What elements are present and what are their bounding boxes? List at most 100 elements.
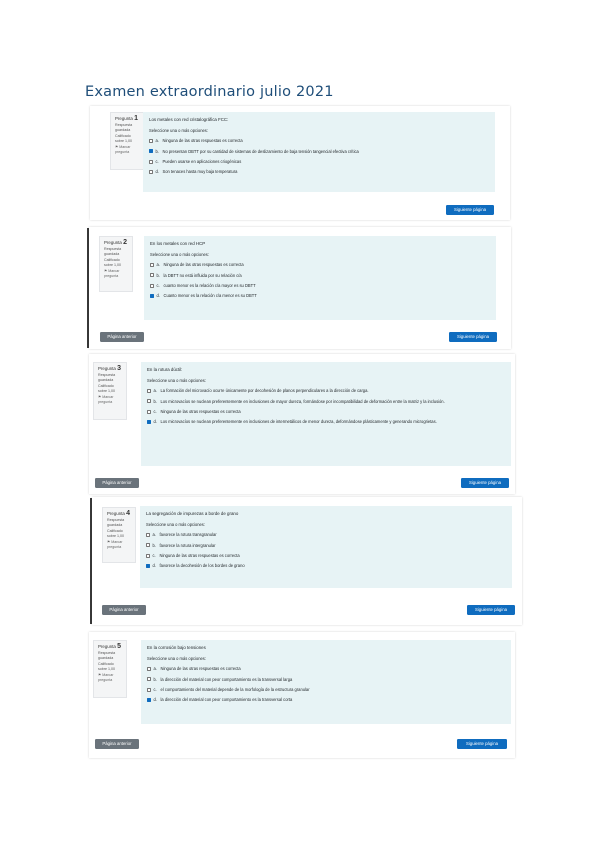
- question-content: La segregación de impurezas a borde de g…: [140, 506, 512, 588]
- option-letter: a.: [153, 388, 157, 394]
- checkbox[interactable]: [149, 169, 153, 174]
- question-number: Pregunta 3: [98, 365, 121, 372]
- question-state: Respuesta guardada: [115, 123, 133, 132]
- question-text: En los metales con red HCP: [150, 241, 206, 246]
- answer-option[interactable]: b. favorece la rotura intergranular: [146, 543, 506, 548]
- next-page-button[interactable]: Siguiente página: [461, 478, 509, 488]
- previous-page-button[interactable]: Página anterior: [100, 332, 144, 342]
- option-text: favorece la rotura transgranular: [159, 532, 217, 538]
- answer-option[interactable]: a. Ninguna de las otras respuestas es cor…: [149, 138, 489, 143]
- option-text: No presentan DBTT por su cantidad de sis…: [162, 148, 359, 154]
- checkbox[interactable]: [147, 666, 151, 671]
- option-text: La formación del microvacío ocurre única…: [160, 388, 369, 394]
- answer-option[interactable]: d. Son tenaces hasta muy baja temperatura: [149, 169, 489, 174]
- answer-option[interactable]: a. La formación del microvacío ocurre úni…: [147, 388, 505, 393]
- option-text: Son tenaces hasta muy baja temperatura: [162, 169, 238, 175]
- answer-option[interactable]: a. Ninguna de las otras respuestas es cor…: [147, 666, 505, 671]
- option-letter: d.: [152, 563, 156, 569]
- question-content: En la rotura dúctil: Seleccione una o má…: [141, 362, 511, 466]
- option-text: Cuanto menor es la relación c/a menor es…: [163, 293, 257, 299]
- option-letter: b.: [155, 148, 159, 154]
- next-page-button[interactable]: Siguiente página: [446, 205, 494, 215]
- checkbox-checked[interactable]: [146, 563, 150, 568]
- option-letter: a.: [152, 532, 156, 538]
- question-info: Pregunta 5 Respuesta guardada Calificado…: [93, 640, 127, 698]
- option-letter: d.: [156, 293, 160, 299]
- question-number: Pregunta 4: [107, 510, 130, 517]
- option-letter: c.: [153, 686, 157, 692]
- option-letter: c.: [153, 408, 157, 414]
- flag-question-link[interactable]: ⚑ Marcar pregunta: [104, 269, 128, 279]
- checkbox[interactable]: [146, 543, 150, 548]
- question-block-5: Pregunta 5 Respuesta guardada Calificado…: [89, 632, 515, 758]
- answer-option[interactable]: d. Cuanto menor es la relación c/a menor …: [150, 293, 490, 298]
- flag-icon: ⚑: [107, 540, 111, 544]
- next-page-button[interactable]: Siguiente página: [449, 332, 497, 342]
- checkbox[interactable]: [150, 283, 154, 288]
- flag-icon: ⚑: [98, 673, 102, 677]
- answer-option[interactable]: c. cuanto menor es la relación c/a mayor …: [150, 283, 490, 288]
- checkbox-checked[interactable]: [149, 149, 153, 154]
- question-grade: Calificado sobre 1,00: [107, 529, 124, 538]
- answer-option[interactable]: d. favorece la decohesión de los bordes d…: [146, 563, 506, 568]
- question-number: Pregunta 2: [104, 239, 127, 246]
- answer-option[interactable]: c. Ninguna de las otras respuestas es cor…: [147, 409, 505, 414]
- flag-question-link[interactable]: ⚑ Marcar pregunta: [98, 395, 122, 405]
- checkbox-checked[interactable]: [150, 293, 154, 298]
- option-text: Ninguna de las otras respuestas es corre…: [163, 262, 244, 268]
- checkbox-checked[interactable]: [147, 697, 151, 702]
- answer-option[interactable]: a. favorece la rotura transgranular: [146, 532, 506, 537]
- question-info: Pregunta 4 Respuesta guardada Calificado…: [102, 507, 136, 563]
- answer-option[interactable]: c. Pueden usarse en aplicaciones criogéni…: [149, 159, 489, 164]
- previous-page-button[interactable]: Página anterior: [95, 739, 139, 749]
- previous-page-button[interactable]: Página anterior: [102, 605, 146, 615]
- checkbox[interactable]: [147, 677, 151, 682]
- checkbox[interactable]: [147, 399, 151, 404]
- option-letter: b.: [152, 542, 156, 548]
- option-letter: a.: [153, 666, 157, 672]
- checkbox[interactable]: [147, 409, 151, 414]
- flag-question-link[interactable]: ⚑ Marcar pregunta: [98, 673, 122, 683]
- question-block-4: Pregunta 4 Respuesta guardada Calificado…: [92, 497, 522, 625]
- checkbox[interactable]: [149, 159, 153, 164]
- flag-icon: ⚑: [98, 395, 102, 399]
- answer-option[interactable]: a. Ninguna de las otras respuestas es cor…: [150, 262, 490, 267]
- answer-option[interactable]: c. Ninguna de las otras respuestas es cor…: [146, 553, 506, 558]
- previous-page-button[interactable]: Página anterior: [95, 478, 139, 488]
- checkbox[interactable]: [149, 138, 153, 143]
- checkbox[interactable]: [146, 553, 150, 558]
- option-text: Los microvacíos se nuclean preferentemen…: [160, 419, 437, 425]
- question-block-2: Pregunta 2 Respuesta guardada Calificado…: [89, 227, 511, 349]
- next-page-button[interactable]: Siguiente página: [467, 605, 515, 615]
- answer-option[interactable]: b. la DBTT no está influida por su relaci…: [150, 273, 490, 278]
- option-letter: b.: [156, 272, 160, 278]
- answer-option[interactable]: b. la dirección del material con peor com…: [147, 677, 505, 682]
- answer-option[interactable]: b. No presentan DBTT por su cantidad de s…: [149, 149, 489, 154]
- option-text: la dirección del material con peor compo…: [160, 697, 293, 703]
- answer-option[interactable]: c. el comportamiento del material depende…: [147, 687, 505, 692]
- question-number: Pregunta 5: [98, 643, 121, 650]
- checkbox[interactable]: [147, 687, 151, 692]
- question-info: Pregunta 2 Respuesta guardada Calificado…: [99, 236, 133, 292]
- question-state: Respuesta guardada: [98, 373, 116, 382]
- answer-option[interactable]: d. Los microvacíos se nuclean preferentem…: [147, 419, 505, 424]
- flag-question-link[interactable]: ⚑ Marcar pregunta: [107, 540, 131, 550]
- answer-option[interactable]: d. la dirección del material con peor com…: [147, 697, 505, 702]
- option-letter: a.: [156, 262, 160, 268]
- checkbox[interactable]: [146, 532, 150, 537]
- checkbox-checked[interactable]: [147, 419, 151, 424]
- option-letter: b.: [153, 676, 157, 682]
- question-grade: Calificado sobre 1,00: [98, 662, 115, 671]
- question-state: Respuesta guardada: [107, 518, 125, 527]
- question-state: Respuesta guardada: [98, 651, 116, 660]
- checkbox[interactable]: [150, 262, 154, 267]
- question-grade: Calificado sobre 1,00: [98, 384, 115, 393]
- next-page-button[interactable]: Siguiente página: [457, 739, 507, 749]
- option-text: la dirección del material con peor compo…: [160, 676, 293, 682]
- checkbox[interactable]: [147, 388, 151, 393]
- options-list: a. La formación del microvacío ocurre úni…: [147, 388, 505, 424]
- option-text: Pueden usarse en aplicaciones criogénica…: [162, 158, 242, 164]
- checkbox[interactable]: [150, 273, 154, 278]
- answer-option[interactable]: b. Los microvacíos se nuclean preferentem…: [147, 399, 505, 404]
- flag-question-link[interactable]: ⚑ Marcar pregunta: [115, 145, 139, 155]
